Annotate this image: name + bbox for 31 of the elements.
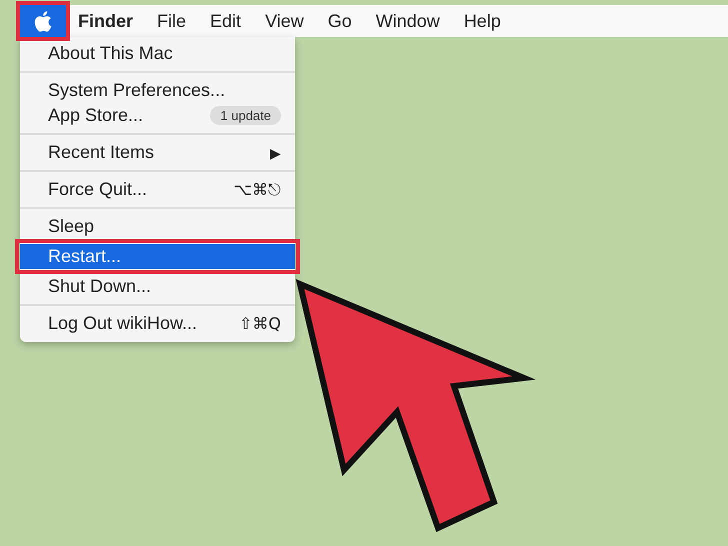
menu-bar-item[interactable]: File xyxy=(145,5,198,37)
menu-item[interactable]: Recent Items ▶ xyxy=(20,140,295,165)
menu-item[interactable]: App Store... 1 update xyxy=(20,103,295,128)
apple-icon xyxy=(34,10,52,32)
keyboard-shortcut: ⌥⌘⎋ xyxy=(234,180,281,199)
menu-item[interactable]: Force Quit... ⌥⌘⎋ xyxy=(20,177,295,202)
menu-item-label: About This Mac xyxy=(48,43,174,64)
update-badge: 1 update xyxy=(210,106,281,125)
menu-bar-item[interactable]: View xyxy=(253,5,316,37)
menu-item-label: System Preferences... xyxy=(48,80,226,101)
menu-item[interactable]: System Preferences... xyxy=(20,78,295,103)
menu-bar-item[interactable]: Edit xyxy=(198,5,254,37)
menu-bar-item[interactable]: Finder xyxy=(66,5,146,37)
menu-item[interactable]: Log Out wikiHow... ⇧⌘Q xyxy=(20,311,295,336)
submenu-arrow-icon: ▶ xyxy=(270,144,281,160)
menu-item-label: Force Quit... xyxy=(48,179,148,200)
menu-bar-item[interactable]: Go xyxy=(316,5,364,37)
menu-item-label: App Store... xyxy=(48,105,144,126)
menu-item-label: Log Out wikiHow... xyxy=(48,313,198,334)
menu-item-label: Restart... xyxy=(48,246,122,267)
menu-item-label: Sleep xyxy=(48,216,96,237)
menu-item-label: Shut Down... xyxy=(48,276,152,297)
menu-item-label: Recent Items xyxy=(48,142,156,163)
menu-item[interactable]: About This Mac xyxy=(20,41,295,66)
apple-menu-button[interactable] xyxy=(20,5,66,37)
menu-bar-item[interactable]: Help xyxy=(452,5,513,37)
menu-item[interactable]: Restart... xyxy=(20,244,295,269)
menu-item[interactable]: Sleep xyxy=(20,214,295,239)
keyboard-shortcut: ⇧⌘Q xyxy=(239,314,281,333)
menu-item[interactable]: Shut Down... xyxy=(20,274,295,299)
menu-bar-item[interactable]: Window xyxy=(364,5,452,37)
